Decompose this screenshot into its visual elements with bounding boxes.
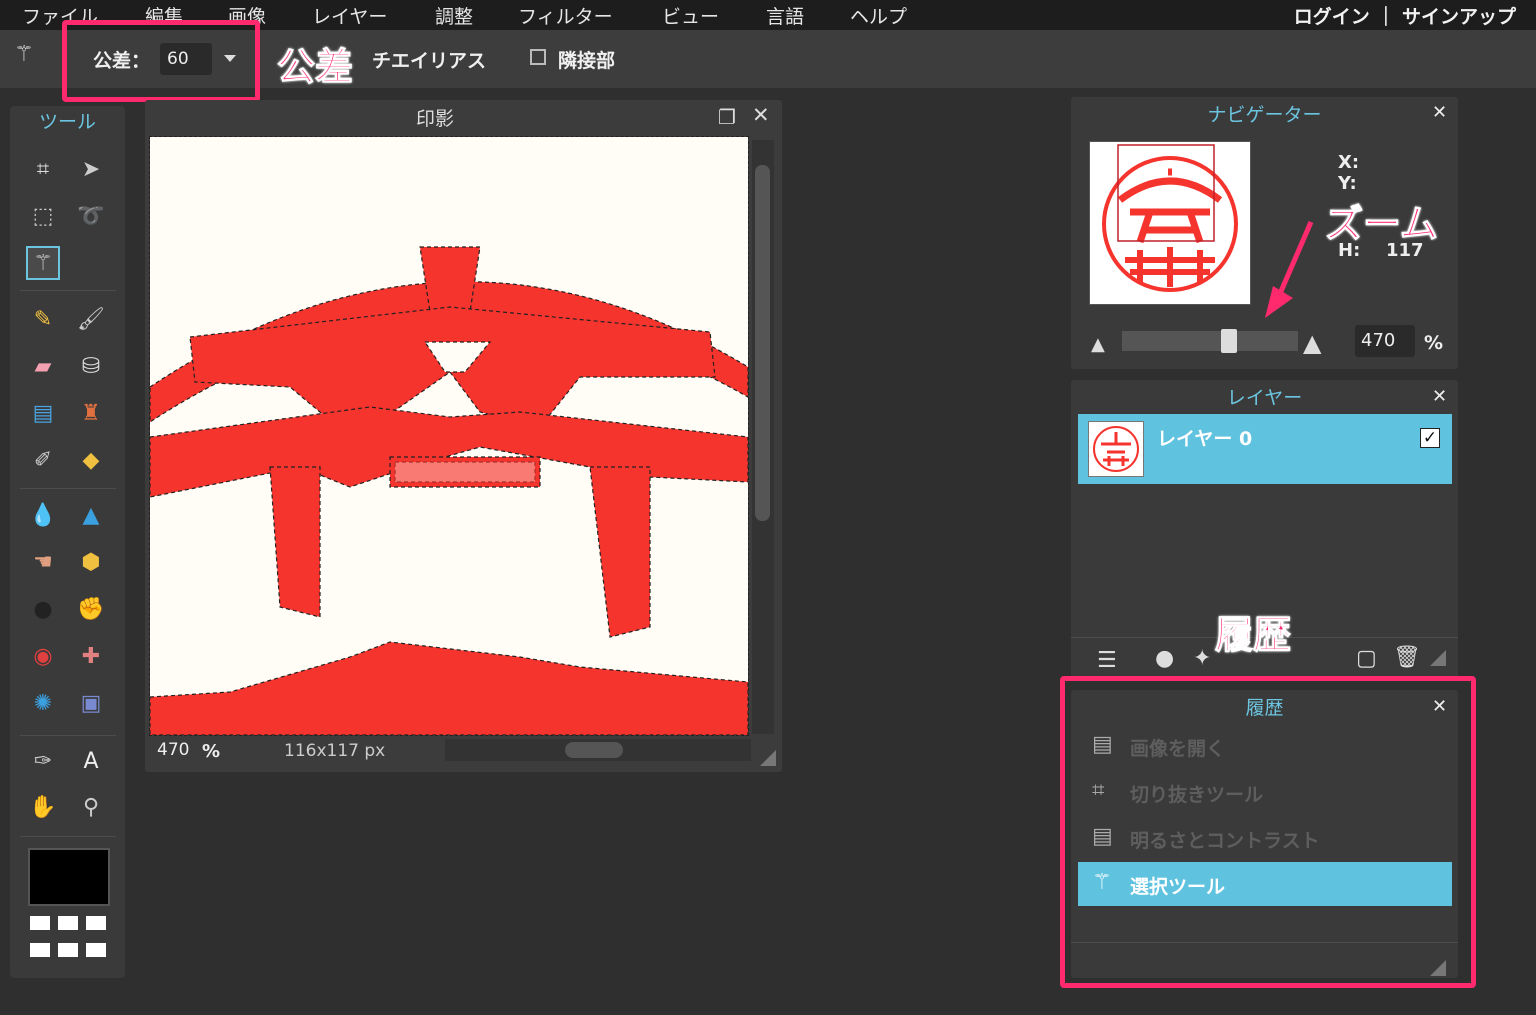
lasso-icon[interactable]: ➰ (74, 199, 108, 233)
doc-zoom-value[interactable]: 470 (157, 740, 189, 760)
tools-title: ツール (38, 111, 96, 133)
history-highlight (1060, 676, 1476, 988)
layer-mask-icon[interactable]: ● (1155, 646, 1174, 671)
pinch-icon[interactable]: ▣ (74, 686, 108, 720)
zoom-unit: % (1424, 332, 1444, 354)
tools-divider (20, 488, 116, 489)
menu-view[interactable]: ビュー (662, 2, 719, 29)
navigator-thumbnail[interactable] (1089, 141, 1251, 305)
login-signup-link[interactable]: ログイン ｜ サインアップ (1294, 2, 1516, 29)
eraser-icon[interactable]: ▰ (26, 349, 60, 383)
zoom-icon[interactable]: ⚲ (74, 790, 108, 824)
annotation-arrow-icon (1265, 221, 1314, 318)
resize-grip-icon[interactable] (760, 750, 776, 766)
pencil-icon[interactable]: ✎ (26, 302, 60, 336)
move-icon[interactable]: ➤ (74, 152, 108, 186)
zoom-in-icon[interactable]: ▲ (1303, 329, 1321, 357)
document-title: 印影 (415, 108, 454, 130)
resize-grip-icon[interactable] (1430, 650, 1446, 666)
burn-icon[interactable]: ✊ (74, 592, 108, 626)
sharpen-icon[interactable]: ▲ (74, 498, 108, 532)
contiguous-checkbox[interactable] (530, 49, 546, 65)
zoom-slider[interactable] (1122, 331, 1298, 351)
navigator-stamp-preview (1102, 144, 1238, 292)
navigator-title: ナビゲーター (1207, 104, 1322, 126)
layer-settings-icon[interactable]: ☰ (1097, 648, 1117, 673)
brush-icon[interactable]: 🖌 (74, 302, 108, 336)
type-icon[interactable]: A (74, 744, 108, 778)
antialias-label[interactable]: チエイリアス (372, 46, 486, 73)
zoom-input[interactable]: 470 (1355, 325, 1415, 357)
tolerance-highlight (62, 20, 260, 102)
stamp-icon[interactable]: ♜ (74, 396, 108, 430)
marquee-icon[interactable]: ⬚ (26, 199, 60, 233)
tools-divider (20, 735, 116, 736)
close-icon[interactable]: ✕ (1432, 386, 1447, 407)
magic-wand-icon[interactable]: ⚚ (26, 246, 60, 280)
close-icon[interactable]: ✕ (1432, 102, 1447, 123)
nav-y-label: Y: (1338, 173, 1357, 194)
gradient-icon[interactable]: ▤ (26, 396, 60, 430)
foreground-color-swatch[interactable] (28, 848, 110, 906)
stamp-image (150, 246, 748, 735)
tools-divider (20, 836, 116, 837)
doc-zoom-unit: % (202, 741, 221, 762)
layer-styles-icon[interactable]: ✦ (1193, 646, 1211, 671)
bloat-icon[interactable]: ✺ (26, 686, 60, 720)
crop-icon[interactable]: ⌗ (26, 152, 60, 186)
sponge-icon[interactable]: ⬢ (74, 545, 108, 579)
layer-stamp-preview (1093, 426, 1139, 472)
menu-language[interactable]: 言語 (766, 2, 804, 29)
menu-layer[interactable]: レイヤー (312, 2, 387, 29)
smudge-icon[interactable]: ☚ (26, 545, 60, 579)
magic-wand-icon: ⚚ (14, 42, 34, 67)
image-canvas[interactable] (149, 136, 749, 736)
spot-heal-icon[interactable]: ✚ (74, 639, 108, 673)
zoom-out-icon[interactable]: ▲ (1091, 334, 1105, 355)
zoom-slider-handle[interactable] (1221, 329, 1238, 353)
red-eye-icon[interactable]: ◉ (26, 639, 60, 673)
horizontal-scroll-thumb[interactable] (565, 742, 623, 758)
vertical-scroll-thumb[interactable] (755, 165, 770, 521)
zoom-annotation: ズーム (1325, 202, 1439, 247)
layer-thumbnail (1088, 421, 1144, 477)
layer-name[interactable]: レイヤー 0 (1157, 424, 1252, 451)
shape-icon[interactable]: ◆ (74, 443, 108, 477)
menu-filter[interactable]: フィルター (518, 2, 613, 29)
contiguous-label: 隣接部 (558, 50, 616, 72)
blur-icon[interactable]: 💧 (26, 498, 60, 532)
restore-window-icon[interactable]: ❐ (718, 105, 736, 129)
new-layer-icon[interactable]: ▢ (1356, 646, 1377, 671)
close-icon[interactable]: ✕ (752, 103, 770, 127)
tolerance-annotation: 公差 (276, 45, 354, 90)
dodge-icon[interactable]: ● (26, 592, 60, 626)
doc-size: 116x117 px (284, 741, 386, 761)
layers-title: レイヤー (1226, 387, 1303, 409)
bucket-icon[interactable]: ⛁ (74, 349, 108, 383)
tools-divider (20, 290, 116, 291)
color-picker-icon[interactable]: ✑ (26, 744, 60, 778)
hand-icon[interactable]: ✋ (26, 790, 60, 824)
history-annotation: 履歴 (1214, 613, 1292, 658)
color-replace-icon[interactable]: ✐ (26, 443, 60, 477)
menu-help[interactable]: ヘルプ (850, 2, 907, 29)
trash-icon[interactable]: 🗑 (1393, 645, 1421, 670)
layer-visibility-checkbox[interactable]: ✓ (1420, 428, 1440, 448)
menu-adjust[interactable]: 調整 (435, 2, 473, 29)
nav-x-label: X: (1338, 152, 1360, 173)
